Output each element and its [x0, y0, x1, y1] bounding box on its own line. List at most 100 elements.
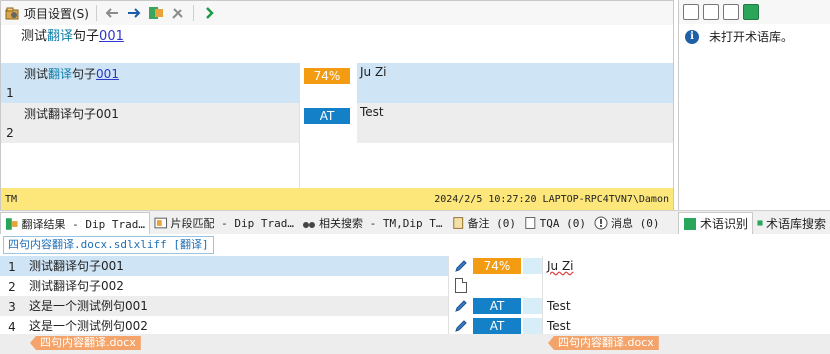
tm-source-tag: 001: [96, 67, 119, 81]
tm-target-cell: Test: [360, 105, 384, 119]
tm-row-number: 1: [1, 63, 19, 103]
source-tag: 001: [99, 29, 124, 44]
tm-source-cell: 测试翻译句子001: [19, 63, 297, 103]
segment-row[interactable]: 4 这是一个测试例句002 AT Test: [0, 316, 830, 336]
apply-match-icon: [148, 7, 163, 19]
segment-target[interactable]: Ju Zi: [542, 256, 830, 276]
tab-label: 翻译结果 - Dip Trad…: [21, 217, 145, 231]
termbase-toolbar: [679, 0, 830, 24]
segment-target[interactable]: Test: [542, 316, 830, 336]
tm-toolbar: 项目设置(S): [1, 1, 673, 25]
tab-label: TQA (0): [539, 216, 586, 230]
toolbar-separator: [192, 5, 194, 21]
tab-label: 术语识别: [699, 217, 748, 231]
tm-results-list: 1 测试翻译句子001 74% Ju Zi 2 测试翻译句子001 AT Tes…: [1, 63, 673, 189]
arrow-left-icon: [105, 8, 118, 18]
tab-concordance-search[interactable]: 相关搜索 - TM,Dip T…: [298, 212, 448, 234]
next-button[interactable]: [198, 3, 220, 23]
tm-result-row[interactable]: 1 测试翻译句子001 74% Ju Zi: [1, 63, 673, 103]
info-icon: i: [685, 29, 699, 44]
tab-comments[interactable]: 备注 (0): [448, 212, 520, 234]
tab-label: 相关搜索 - TM,Dip T…: [319, 217, 443, 230]
segment-row[interactable]: 3 这是一个测试例句001 AT Test: [0, 296, 830, 316]
forward-button[interactable]: [123, 3, 145, 23]
segment-status: 74%: [448, 256, 543, 276]
pencil-icon: [455, 260, 467, 272]
source-highlight: 翻译: [47, 29, 74, 44]
term-recognition-panel: i 未打开术语库。: [678, 0, 830, 210]
pencil-icon: [455, 320, 467, 332]
tab-termbase-search[interactable]: 术语库搜索: [753, 212, 830, 234]
chevron-right-icon: [206, 7, 214, 19]
document-icon: [455, 278, 467, 293]
source-file-label: 四句内容翻译.docx: [30, 336, 141, 350]
termbase-search-icon[interactable]: [743, 4, 759, 20]
match-percent-badge: 74%: [304, 68, 350, 84]
apply-match-button[interactable]: [145, 3, 167, 23]
column-divider: [299, 63, 300, 189]
segment-number: 1: [8, 260, 16, 274]
fragment-match-icon: [154, 217, 168, 229]
termbase-view-icon[interactable]: [683, 4, 699, 20]
toolbar-separator: [95, 5, 97, 21]
segment-row[interactable]: 1 测试翻译句子001 74% Ju Zi: [0, 256, 830, 276]
segment-row[interactable]: 2 测试翻译句子002: [0, 276, 830, 296]
tab-label: 片段匹配 - Dip Trad…: [170, 217, 294, 230]
tm-result-row[interactable]: 2 测试翻译句子001 AT Test: [1, 103, 673, 143]
comments-icon: [453, 217, 464, 229]
status-origin: TM: [5, 193, 18, 205]
binoculars-icon: [303, 222, 315, 228]
segment-source: 测试翻译句子002: [29, 279, 124, 293]
segment-number: 2: [8, 280, 16, 294]
segment-source: 这是一个测试例句001: [29, 299, 148, 313]
trados-editor-window: 项目设置(S) 测试翻译句子001 1 测试翻译句子001 74% Ju Zi …: [0, 0, 830, 354]
tab-term-recognition[interactable]: 术语识别: [678, 212, 753, 234]
tqa-icon: [525, 217, 536, 229]
segment-target[interactable]: [542, 276, 830, 296]
match-percent-badge: 74%: [473, 258, 543, 274]
target-file-label: 四句内容翻译.docx: [548, 336, 659, 350]
tm-match-cell: 74%: [299, 63, 357, 103]
segment-number: 4: [8, 320, 16, 334]
tab-fragment-match[interactable]: 片段匹配 - Dip Trad…: [150, 212, 298, 234]
project-settings-button[interactable]: 项目设置(S): [1, 3, 92, 23]
translation-results-icon: [5, 217, 18, 230]
termbase-message: i 未打开术语库。: [685, 28, 830, 45]
segment-source: 这是一个测试例句002: [29, 319, 148, 333]
tm-target-cell: Ju Zi: [360, 65, 387, 79]
at-badge: AT: [304, 108, 350, 124]
tm-match-cell: AT: [299, 103, 357, 143]
pencil-icon: [455, 300, 467, 312]
editor-grid: 1 测试翻译句子001 74% Ju Zi 2 测试翻译句子002 3 这是一个…: [0, 256, 830, 354]
tab-label: 备注 (0): [467, 217, 517, 230]
settings-button[interactable]: [167, 3, 189, 23]
termbase-settings-icon[interactable]: [723, 4, 739, 20]
tm-row-number: 2: [6, 126, 14, 140]
project-settings-label: 项目设置(S): [24, 6, 89, 21]
at-badge: AT: [473, 298, 543, 314]
segment-status: [448, 276, 542, 296]
source-text: 句子: [73, 29, 100, 44]
segment-target[interactable]: Test: [542, 296, 830, 316]
tab-translation-results[interactable]: 翻译结果 - Dip Trad…: [0, 212, 150, 234]
status-info: 2024/2/5 10:27:20 LAPTOP-RPC4TVN7\Damon: [434, 193, 669, 205]
tm-source-text: 测试: [24, 67, 49, 81]
add-term-icon[interactable]: [703, 4, 719, 20]
segment-number: 3: [8, 300, 16, 314]
back-button[interactable]: [101, 3, 123, 23]
tab-messages[interactable]: 消息 (0): [590, 212, 678, 234]
tab-label: 术语库搜索: [765, 216, 826, 231]
segment-source: 测试翻译句子001: [29, 259, 124, 273]
messages-icon: [594, 216, 608, 230]
current-source-segment: 测试翻译句子001: [21, 25, 124, 44]
segment-status: AT: [448, 316, 543, 336]
tm-source-text: 句子: [72, 67, 97, 81]
project-settings-icon: [5, 7, 19, 20]
tab-tqa[interactable]: TQA (0): [520, 212, 590, 234]
tm-source-highlight: 翻译: [48, 67, 73, 81]
panel-tabs: 翻译结果 - Dip Trad… 片段匹配 - Dip Trad… 相关搜索 -…: [0, 210, 830, 234]
at-badge: AT: [473, 318, 543, 334]
segment-status: AT: [448, 296, 543, 316]
document-tab[interactable]: 四句内容翻译.docx.sdlxliff [翻译]: [3, 236, 214, 254]
translation-results-panel: 项目设置(S) 测试翻译句子001 1 测试翻译句子001 74% Ju Zi …: [0, 0, 674, 210]
